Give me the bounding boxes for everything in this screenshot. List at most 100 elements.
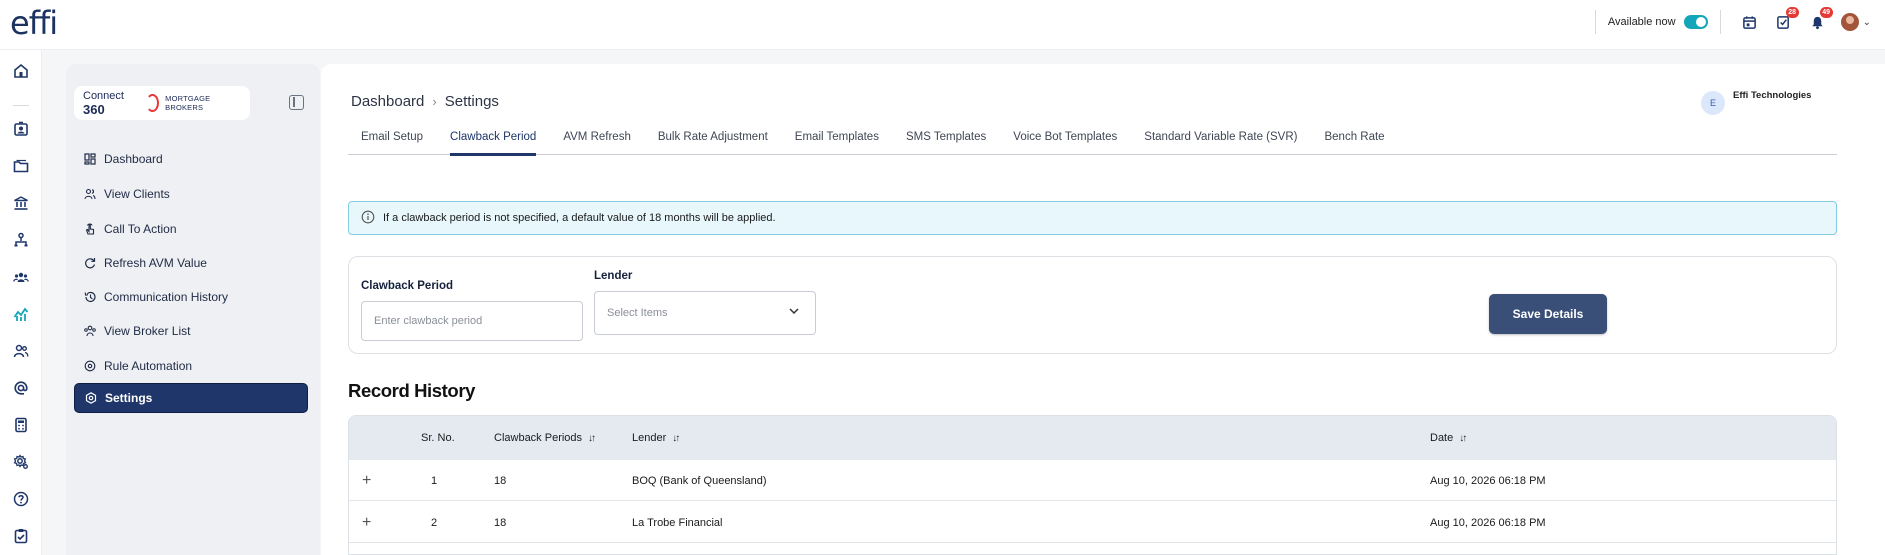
brand-name: Connect 360 xyxy=(83,89,124,117)
tab-bench-rate[interactable]: Bench Rate xyxy=(1311,131,1397,154)
calculator-icon[interactable] xyxy=(11,415,31,435)
user-avatar[interactable] xyxy=(1840,13,1859,31)
collapse-sidebar-icon[interactable] xyxy=(289,95,304,110)
cell-lender: BOQ (Bank of Queensland) xyxy=(632,474,767,487)
refresh-icon xyxy=(83,257,96,270)
sidebar-item-refresh-avm-value[interactable]: Refresh AVM Value xyxy=(74,248,308,278)
breadcrumb: Dashboard › Settings xyxy=(351,93,499,110)
tab-email-templates[interactable]: Email Templates xyxy=(782,131,892,154)
org-switcher[interactable]: E Effi Technologies xyxy=(1701,89,1811,115)
cell-lender: La Trobe Financial xyxy=(632,516,723,529)
column-sr-no: Sr. No. xyxy=(421,432,455,444)
org-avatar: E xyxy=(1701,91,1725,115)
info-banner: If a clawback period is not specified, a… xyxy=(348,201,1837,235)
cell-date: Aug 10, 2026 06:18 PM xyxy=(1430,516,1546,529)
divider xyxy=(1594,10,1596,34)
tab-voice-bot-templates[interactable]: Voice Bot Templates xyxy=(1000,131,1130,154)
team-icon[interactable] xyxy=(11,267,31,287)
tab-avm-refresh[interactable]: AVM Refresh xyxy=(550,131,644,154)
sidebar-item-communication-history[interactable]: Communication History xyxy=(74,282,308,312)
expand-row-icon[interactable]: + xyxy=(362,502,371,543)
clawback-form: Clawback Period Enter clawback period Le… xyxy=(348,256,1837,354)
calendar-icon[interactable] xyxy=(1733,7,1767,37)
history-icon xyxy=(83,291,96,304)
info-message: If a clawback period is not specified, a… xyxy=(383,212,776,224)
main-content: Dashboard › Settings E Effi Technologies… xyxy=(321,64,1885,555)
sidebar-item-rule-automation[interactable]: Rule Automation xyxy=(74,351,308,381)
users-icon[interactable] xyxy=(11,341,31,361)
org-name: Effi Technologies xyxy=(1733,90,1812,101)
cell-sr-no: 2 xyxy=(431,516,438,529)
chevron-down-icon[interactable]: ⌄ xyxy=(1863,17,1871,28)
lender-select-placeholder: Select Items xyxy=(607,307,668,319)
icon-rail xyxy=(0,50,42,555)
org-chart-icon[interactable] xyxy=(11,230,31,250)
availability-toggle[interactable] xyxy=(1683,15,1708,29)
contact-card-icon[interactable] xyxy=(11,119,31,139)
sidebar-item-settings[interactable]: Settings xyxy=(74,383,308,413)
column-date[interactable]: Date ↓↑ xyxy=(1430,416,1467,460)
record-history-table: Sr. No. Clawback Periods ↓↑ Lender ↓↑ Date… xyxy=(348,415,1837,555)
sidebar-item-label: View Clients xyxy=(104,187,170,201)
cell-clawback-period: 18 xyxy=(494,516,507,529)
analytics-icon[interactable] xyxy=(11,304,31,324)
folder-icon[interactable] xyxy=(11,156,31,176)
column-lender[interactable]: Lender ↓↑ xyxy=(632,416,680,460)
brand-logo[interactable]: Connect 360 MORTGAGE BROKERS xyxy=(74,86,250,120)
divider xyxy=(1719,10,1721,34)
clipboard-icon[interactable] xyxy=(11,526,31,546)
table-row: + 1 18 BOQ (Bank of Queensland) Aug 10, … xyxy=(349,460,1836,501)
column-clawback-periods[interactable]: Clawback Periods ↓↑ xyxy=(494,416,596,460)
sort-icon[interactable]: ↓↑ xyxy=(672,433,680,444)
tab-email-setup[interactable]: Email Setup xyxy=(348,131,436,154)
sidebar-item-view-broker-list[interactable]: View Broker List xyxy=(74,316,308,346)
lender-select[interactable]: Select Items xyxy=(594,291,816,335)
home-icon[interactable] xyxy=(11,61,31,81)
tasks-icon[interactable]: 28 xyxy=(1767,7,1801,37)
tab-standard-variable-rate[interactable]: Standard Variable Rate (SVR) xyxy=(1131,131,1310,154)
dashboard-icon xyxy=(83,153,96,166)
clawback-period-label: Clawback Period xyxy=(361,280,454,292)
expand-row-icon[interactable]: + xyxy=(362,460,371,501)
top-bar: effi Available now 28 49 ⌄ xyxy=(0,0,1885,50)
clawback-period-input[interactable]: Enter clawback period xyxy=(361,301,583,341)
help-icon[interactable] xyxy=(11,489,31,509)
settings-tabs: Email Setup Clawback Period AVM Refresh … xyxy=(348,119,1837,156)
cell-date: Aug 10, 2026 06:18 PM xyxy=(1430,474,1546,487)
cell-sr-no: 1 xyxy=(431,474,438,487)
cell-clawback-period: 18 xyxy=(494,474,507,487)
sidebar: Connect 360 MORTGAGE BROKERS Dashboard V… xyxy=(66,64,320,555)
sort-icon[interactable]: ↓↑ xyxy=(588,433,596,444)
table-row: + 2 18 La Trobe Financial Aug 10, 2026 0… xyxy=(349,502,1836,543)
info-icon xyxy=(361,210,375,227)
notifications-badge: 49 xyxy=(1819,7,1833,18)
clawback-period-placeholder: Enter clawback period xyxy=(374,315,483,327)
sidebar-item-label: Call To Action xyxy=(104,222,177,236)
sidebar-item-label: Refresh AVM Value xyxy=(104,256,207,270)
bell-icon[interactable]: 49 xyxy=(1801,7,1835,37)
clients-icon xyxy=(83,188,96,201)
tab-clawback-period[interactable]: Clawback Period xyxy=(437,131,549,156)
broker-list-icon xyxy=(83,325,96,338)
brand-ring-icon xyxy=(146,94,160,112)
breadcrumb-dashboard-link[interactable]: Dashboard xyxy=(351,93,424,110)
settings-gear-icon[interactable] xyxy=(11,452,31,472)
chevron-right-icon: › xyxy=(432,94,437,109)
brand-tagline: MORTGAGE BROKERS xyxy=(165,94,211,112)
hand-pointer-icon xyxy=(83,223,96,236)
save-details-button[interactable]: Save Details xyxy=(1489,294,1607,334)
sidebar-item-call-to-action[interactable]: Call To Action xyxy=(74,214,308,244)
sort-icon[interactable]: ↓↑ xyxy=(1459,433,1467,444)
rail-divider xyxy=(13,105,29,106)
availability-label: Available now xyxy=(1607,16,1676,28)
sidebar-item-view-clients[interactable]: View Clients xyxy=(74,179,308,209)
app-logo[interactable]: effi xyxy=(10,4,58,42)
sidebar-item-dashboard[interactable]: Dashboard xyxy=(74,144,308,174)
record-history-title: Record History xyxy=(348,380,476,401)
at-icon[interactable] xyxy=(11,378,31,398)
bank-icon[interactable] xyxy=(11,193,31,213)
tab-bulk-rate-adjustment[interactable]: Bulk Rate Adjustment xyxy=(645,131,781,154)
sidebar-item-label: Rule Automation xyxy=(104,359,193,373)
lender-label: Lender xyxy=(594,270,633,282)
tab-sms-templates[interactable]: SMS Templates xyxy=(893,131,999,154)
